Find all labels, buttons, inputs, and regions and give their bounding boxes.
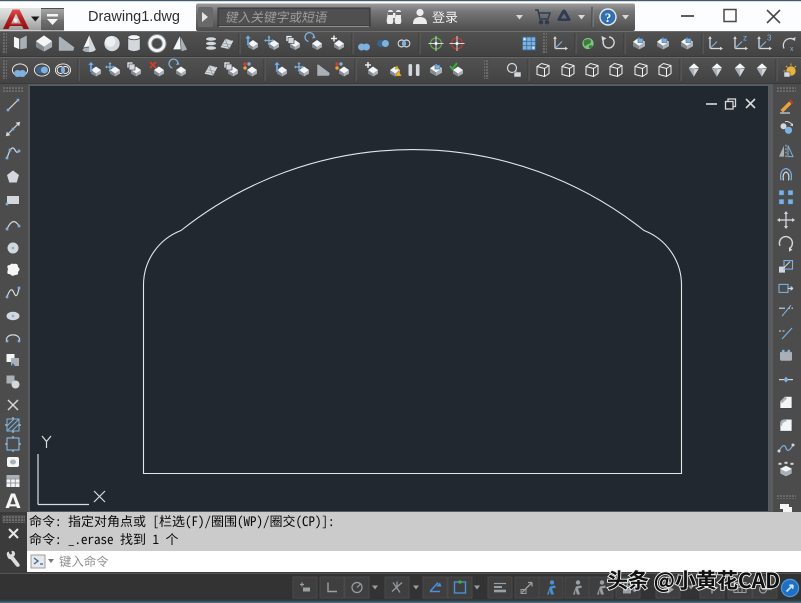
svg-text:x: x [790, 46, 794, 53]
svg-text:?: ? [605, 10, 612, 25]
svg-text:3: 3 [767, 34, 772, 43]
svg-text:Drawing1.dwg: Drawing1.dwg [88, 9, 180, 25]
svg-text:z: z [743, 34, 747, 43]
